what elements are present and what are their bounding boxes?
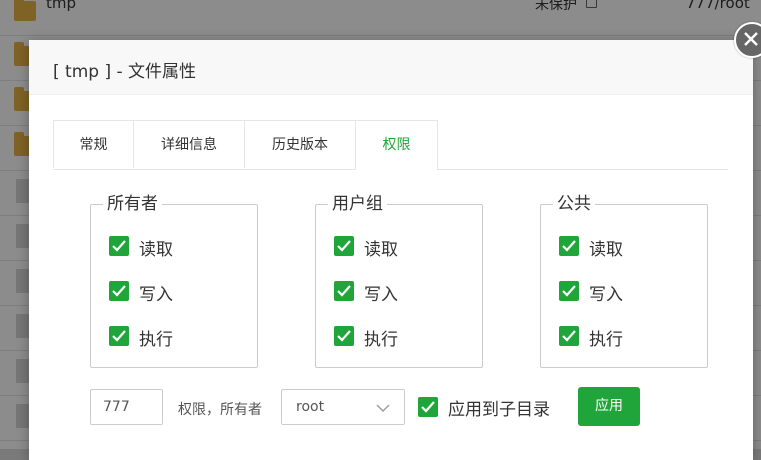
apply-subdirs-label: 应用到子目录 [448, 400, 550, 420]
tab-bar: 常规 详细信息 历史版本 权限 [53, 120, 728, 170]
check-icon [112, 285, 126, 297]
checkbox-label: 写入 [139, 285, 173, 305]
check-icon [562, 285, 576, 297]
tab-history[interactable]: 历史版本 [244, 120, 356, 168]
group-title: 所有者 [103, 193, 162, 215]
public-execute-checkbox[interactable] [559, 326, 579, 346]
public-permissions-group: 公共 读取 写入 执行 [540, 193, 708, 368]
group-title: 公共 [553, 193, 595, 215]
owner-select[interactable]: root [281, 389, 405, 425]
check-icon [562, 330, 576, 342]
checkbox-label: 执行 [139, 330, 173, 350]
permission-code-input[interactable] [90, 389, 163, 425]
checkbox-label: 执行 [364, 330, 398, 350]
checkbox-label: 写入 [364, 285, 398, 305]
check-icon [337, 240, 351, 252]
checkbox-label: 读取 [139, 240, 173, 260]
dialog-title: [ tmp ] - 文件属性 [53, 62, 197, 82]
group-permissions-group: 用户组 读取 写入 执行 [315, 193, 483, 368]
group-title: 用户组 [328, 193, 387, 215]
public-read-checkbox[interactable] [559, 236, 579, 256]
dialog-header: [ tmp ] - 文件属性 [29, 40, 753, 95]
group-execute-checkbox[interactable] [334, 326, 354, 346]
checkbox-label: 读取 [589, 240, 623, 260]
owner-selected-value: root [296, 399, 325, 415]
file-properties-dialog: [ tmp ] - 文件属性 常规 详细信息 历史版本 权限 所有者 读取 写入… [29, 40, 753, 460]
check-icon [337, 330, 351, 342]
check-icon [421, 401, 435, 413]
check-icon [562, 240, 576, 252]
check-icon [112, 240, 126, 252]
tab-details[interactable]: 详细信息 [133, 120, 245, 168]
checkbox-label: 执行 [589, 330, 623, 350]
tab-permissions[interactable]: 权限 [355, 120, 438, 170]
permission-caption: 权限，所有者 [178, 402, 262, 418]
owner-execute-checkbox[interactable] [109, 326, 129, 346]
check-icon [112, 330, 126, 342]
apply-button[interactable]: 应用 [578, 387, 640, 426]
checkbox-label: 写入 [589, 285, 623, 305]
chevron-down-icon [376, 404, 390, 412]
owner-write-checkbox[interactable] [109, 281, 129, 301]
group-write-checkbox[interactable] [334, 281, 354, 301]
public-write-checkbox[interactable] [559, 281, 579, 301]
checkbox-label: 读取 [364, 240, 398, 260]
group-read-checkbox[interactable] [334, 236, 354, 256]
close-icon [744, 32, 758, 46]
check-icon [337, 285, 351, 297]
owner-read-checkbox[interactable] [109, 236, 129, 256]
owner-permissions-group: 所有者 读取 写入 执行 [90, 193, 258, 368]
apply-subdirs-checkbox[interactable] [418, 397, 438, 417]
tab-general[interactable]: 常规 [53, 120, 134, 168]
